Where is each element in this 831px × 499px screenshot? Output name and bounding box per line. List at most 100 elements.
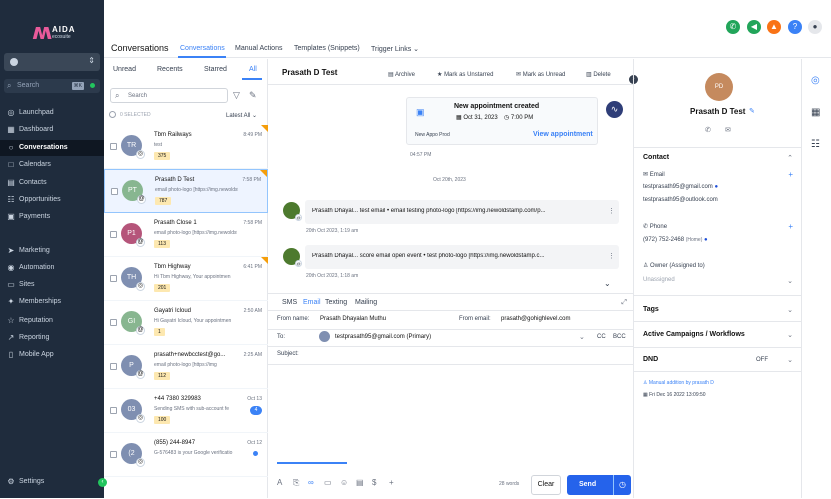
megaphone-icon[interactable]: ◀: [747, 20, 761, 34]
more-icon[interactable]: ⋮: [608, 252, 615, 260]
to-field[interactable]: testprasath95@gmail.com (Primary): [335, 334, 431, 340]
sidebar-item-conversations[interactable]: ○ Conversations: [0, 140, 104, 156]
row-checkbox[interactable]: [110, 319, 117, 326]
row-checkbox[interactable]: [111, 188, 118, 195]
cc-button[interactable]: CC: [597, 334, 606, 340]
schedule-icon[interactable]: ◷: [613, 475, 631, 495]
brand-logo[interactable]: ʍ AIDA ecosuite: [30, 18, 90, 48]
row-checkbox[interactable]: [110, 231, 117, 238]
contact-details-icon[interactable]: ◎: [811, 75, 820, 86]
tab-trigger-links[interactable]: Trigger Links ⌄: [371, 45, 419, 53]
list-item[interactable]: P1 @ Prasath Close 1 email photo-logo [http…: [104, 213, 268, 257]
mark-unread-button[interactable]: ✉ Mark as Unread: [516, 71, 565, 78]
template-icon[interactable]: ▤: [356, 478, 364, 487]
emoji-icon[interactable]: ☺: [340, 478, 348, 487]
row-checkbox[interactable]: [110, 363, 117, 370]
tab-conversations[interactable]: Conversations: [180, 45, 225, 52]
sidebar-item-settings[interactable]: ⚙ Settings: [0, 474, 104, 490]
select-all-checkbox[interactable]: [109, 111, 116, 118]
chevron-down-icon[interactable]: ⌄: [579, 333, 585, 341]
from-email-field[interactable]: prasath@gohighlevel.com: [501, 316, 570, 322]
owner-select[interactable]: Unassigned: [643, 277, 675, 283]
list-item[interactable]: GI @ Gayatri Icloud Hi Gayatri Icloud, Your…: [104, 301, 268, 345]
tags-section-title[interactable]: Tags: [643, 306, 659, 313]
edit-icon[interactable]: ✎: [749, 107, 755, 115]
list-item[interactable]: PT @ Prasath D Test email photo-logo [https…: [104, 169, 268, 213]
tab-email[interactable]: Email: [303, 299, 321, 306]
tab-texting[interactable]: Texting: [325, 299, 347, 306]
tab-sms[interactable]: SMS: [282, 299, 297, 306]
filter-starred[interactable]: Starred: [204, 66, 227, 73]
from-name-field[interactable]: Prasath Dhayalan Muthu: [320, 316, 386, 322]
filter-all[interactable]: All: [249, 66, 257, 73]
dnd-section-title[interactable]: DND: [643, 356, 658, 363]
list-item[interactable]: (2 ◎ (855) 244-8947 G-576483 is your Google…: [104, 433, 268, 477]
user-icon[interactable]: ●: [808, 20, 822, 34]
sidebar-item-dashboard[interactable]: ▦ Dashboard: [0, 122, 104, 138]
phone-value[interactable]: (972) 752-2468 (Home) ●: [643, 237, 708, 243]
clear-button[interactable]: Clear: [531, 475, 561, 495]
list-item[interactable]: 03 ◎ +44 7380 329983 Sending SMS with sub-a…: [104, 389, 268, 433]
phone-icon[interactable]: ✆: [705, 126, 711, 134]
expand-icon[interactable]: ⤢: [621, 299, 627, 307]
sidebar-item-opportunities[interactable]: ☷ Opportunities: [0, 192, 104, 208]
tab-manual-actions[interactable]: Manual Actions: [235, 45, 282, 52]
conversation-search-input[interactable]: ⌕ Search: [110, 88, 228, 103]
sidebar-item-calendars[interactable]: □ Calendars: [0, 157, 104, 173]
message-bubble[interactable]: Prasath Dhayal... test email • email tes…: [305, 200, 619, 224]
view-appointment-link[interactable]: View appointment: [533, 131, 593, 138]
add-email-icon[interactable]: +: [788, 170, 793, 179]
sidebar-item-reputation[interactable]: ☆ Reputation: [0, 313, 104, 329]
collapse-sidebar-button[interactable]: ‹: [98, 478, 107, 487]
bell-icon[interactable]: ▲: [767, 20, 781, 34]
chevron-up-icon[interactable]: ⌃: [787, 154, 793, 162]
email-secondary[interactable]: testprasath95@outlook.com: [643, 197, 718, 203]
filter-icon[interactable]: ▽: [233, 90, 240, 101]
sidebar-item-contacts[interactable]: ▤ Contacts: [0, 175, 104, 191]
compose-icon[interactable]: ✎: [249, 90, 257, 101]
chevron-down-icon[interactable]: ⌄: [787, 277, 793, 285]
row-checkbox[interactable]: [110, 275, 117, 282]
payment-icon[interactable]: $: [372, 478, 376, 487]
list-item[interactable]: P @ prasath+newbcctest@go... email photo-lo…: [104, 345, 268, 389]
chevron-down-icon[interactable]: ⌄: [787, 331, 793, 339]
list-item[interactable]: TH ◎ Tbm Highway Hi Tbm Highway, Your appoi…: [104, 257, 268, 301]
sidebar-item-launchpad[interactable]: ◎ Launchpad: [0, 105, 104, 121]
sidebar-item-payments[interactable]: ▣ Payments: [0, 209, 104, 225]
tab-templates[interactable]: Templates (Snippets): [294, 45, 360, 52]
sidebar-item-marketing[interactable]: ➤ Marketing: [0, 243, 104, 259]
email-primary[interactable]: testprasath95@gmail.com ●: [643, 184, 718, 190]
sidebar-item-mobile-app[interactable]: ▯ Mobile App: [0, 347, 104, 363]
sort-dropdown[interactable]: Latest All ⌄: [226, 112, 257, 119]
archive-button[interactable]: ▤ Archive: [388, 71, 415, 78]
activity-icon[interactable]: ∿: [606, 101, 623, 118]
scroll-down-icon[interactable]: ⌄: [604, 279, 611, 288]
tab-mailing[interactable]: Mailing: [355, 299, 377, 306]
add-icon[interactable]: +: [389, 478, 394, 487]
row-checkbox[interactable]: [110, 143, 117, 150]
unstar-button[interactable]: ★ Mark as Unstarred: [437, 71, 493, 78]
bcc-button[interactable]: BCC: [613, 334, 626, 340]
attach-icon[interactable]: ⎘: [293, 478, 299, 488]
calendar-icon[interactable]: ▦: [811, 107, 820, 118]
more-icon[interactable]: ⋮: [608, 207, 615, 215]
account-switcher[interactable]: ⇕: [4, 53, 100, 71]
sidebar-item-automation[interactable]: ◉ Automation: [0, 260, 104, 276]
add-phone-icon[interactable]: +: [788, 222, 793, 231]
sidebar-search[interactable]: ⌕ Search ⌘K: [4, 79, 100, 93]
delete-button[interactable]: ▥ Delete: [586, 71, 611, 78]
filter-unread[interactable]: Unread: [113, 66, 136, 73]
quick-action-icon[interactable]: [90, 83, 95, 88]
phone-icon[interactable]: ✆: [726, 20, 740, 34]
sidebar-item-reporting[interactable]: ↗ Reporting: [0, 330, 104, 346]
campaigns-section-title[interactable]: Active Campaigns / Workflows: [643, 331, 745, 338]
image-icon[interactable]: ▭: [324, 478, 332, 487]
sidebar-item-sites[interactable]: ▭ Sites: [0, 277, 104, 293]
workflow-icon[interactable]: ☷: [811, 139, 820, 150]
link-icon[interactable]: ∞: [308, 478, 314, 487]
text-format-icon[interactable]: A: [277, 478, 282, 487]
chevron-down-icon[interactable]: ⌄: [787, 356, 793, 364]
send-button[interactable]: Send ◷: [567, 475, 631, 495]
sidebar-item-memberships[interactable]: ✦ Memberships: [0, 294, 104, 310]
filter-recents[interactable]: Recents: [157, 66, 183, 73]
